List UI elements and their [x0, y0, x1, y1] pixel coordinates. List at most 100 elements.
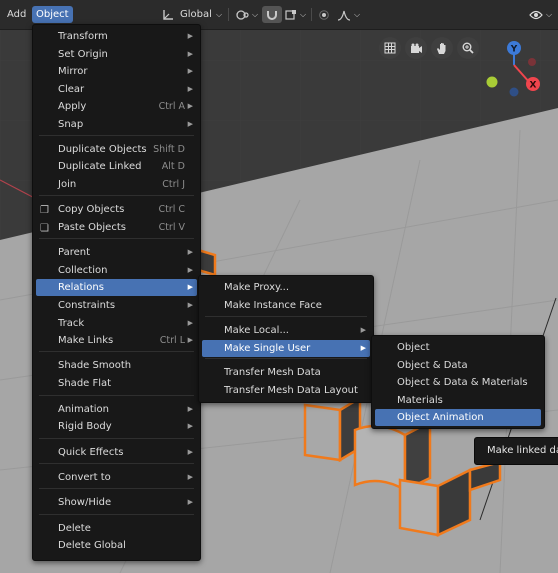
menu-item-copy-objects[interactable]: ❐ Copy Objects Ctrl C — [36, 201, 197, 218]
menu-item-label: Quick Effects — [58, 447, 124, 458]
menu-item-clear[interactable]: Clear ▶ — [36, 81, 197, 98]
submenu-arrow-icon: ▶ — [187, 102, 193, 110]
menu-item-label: Object — [397, 342, 430, 353]
menu-item-make-links[interactable]: Make Links Ctrl L ▶ — [36, 332, 197, 349]
chevron-down-icon[interactable]: ⌵ — [544, 6, 554, 23]
make-single-user-submenu: Object Object & Data Object & Data & Mater… — [371, 335, 545, 429]
submenu-arrow-icon: ▶ — [187, 283, 193, 291]
menu-item-convert-to[interactable]: Convert to ▶ — [36, 469, 197, 486]
menu-item-object-and-data-and-materials[interactable]: Object & Data & Materials — [375, 374, 541, 391]
proportional-edit-icon[interactable] — [316, 6, 332, 23]
menu-item-paste-objects[interactable]: ❏ Paste Objects Ctrl V — [36, 219, 197, 236]
snap-magnet-icon[interactable] — [262, 6, 282, 23]
menu-item-collection[interactable]: Collection ▶ — [36, 262, 197, 279]
menu-item-animation[interactable]: Animation ▶ — [36, 401, 197, 418]
menu-item-shade-flat[interactable]: Shade Flat — [36, 375, 197, 392]
chevron-down-icon[interactable]: ⌵ — [250, 6, 260, 23]
transform-orientation-dropdown[interactable]: Global — [176, 6, 216, 23]
submenu-arrow-icon: ▶ — [187, 319, 193, 327]
blender-window: Add Object Global ⌵ ⌵ ⌵ ⌵ ⌵ Y X Transfor… — [0, 0, 558, 573]
menu-item-label: Shade Flat — [58, 378, 112, 389]
menu-item-quick-effects[interactable]: Quick Effects ▶ — [36, 444, 197, 461]
menu-separator — [39, 488, 194, 489]
grid-view-icon[interactable] — [379, 37, 401, 59]
zoom-icon[interactable] — [457, 37, 479, 59]
menu-item-set-origin[interactable]: Set Origin ▶ — [36, 46, 197, 63]
menu-item-object[interactable]: Object — [375, 339, 541, 356]
menu-item-label: Object Animation — [397, 412, 484, 423]
menu-item-parent[interactable]: Parent ▶ — [36, 244, 197, 261]
chevron-down-icon[interactable]: ⌵ — [213, 6, 225, 23]
menu-item-object-animation[interactable]: Object Animation — [375, 409, 541, 426]
menu-item-track[interactable]: Track ▶ — [36, 315, 197, 332]
menu-item-label: Convert to — [58, 472, 111, 483]
menu-separator — [205, 358, 367, 359]
menu-item-object-and-data[interactable]: Object & Data — [375, 357, 541, 374]
shortcut-hint: Shift D — [153, 144, 185, 155]
shortcut-hint: Ctrl C — [158, 204, 185, 215]
shortcut-hint: Ctrl V — [158, 222, 185, 233]
menu-item-make-proxy[interactable]: Make Proxy... — [202, 279, 370, 296]
chevron-down-icon[interactable]: ⌵ — [352, 6, 362, 23]
add-menu-button[interactable]: Add — [3, 6, 30, 23]
menu-item-relations[interactable]: Relations ▶ — [36, 279, 197, 296]
menu-item-label: Object & Data & Materials — [397, 377, 528, 388]
menu-item-delete-global[interactable]: Delete Global — [36, 537, 197, 554]
menu-item-materials[interactable]: Materials — [375, 392, 541, 409]
menu-item-mirror[interactable]: Mirror ▶ — [36, 63, 197, 80]
menu-separator — [39, 238, 194, 239]
menu-item-label: Parent — [58, 247, 91, 258]
submenu-arrow-icon: ▶ — [187, 448, 193, 456]
submenu-arrow-icon: ▶ — [187, 266, 193, 274]
submenu-arrow-icon: ▶ — [360, 326, 366, 334]
menu-item-label: Show/Hide — [58, 497, 112, 508]
menu-item-label: Materials — [397, 395, 443, 406]
submenu-arrow-icon: ▶ — [187, 301, 193, 309]
menu-item-label: Shade Smooth — [58, 360, 132, 371]
submenu-arrow-icon: ▶ — [187, 248, 193, 256]
submenu-arrow-icon: ▶ — [187, 120, 193, 128]
menu-item-label: Delete Global — [58, 540, 126, 551]
menu-separator — [39, 395, 194, 396]
menu-item-constraints[interactable]: Constraints ▶ — [36, 297, 197, 314]
chevron-down-icon[interactable]: ⌵ — [298, 6, 308, 23]
gizmo-y-label: Y — [510, 45, 518, 55]
menu-item-label: Apply — [58, 101, 87, 112]
menu-separator — [205, 316, 367, 317]
transform-orientation-icon[interactable] — [160, 6, 176, 23]
menu-item-delete[interactable]: Delete — [36, 520, 197, 537]
gizmo-x-label: X — [530, 81, 537, 91]
axis-gizmo[interactable]: Y X — [480, 38, 550, 100]
relations-submenu: Make Proxy... Make Instance Face Make Loca… — [198, 275, 374, 403]
menu-item-show-hide[interactable]: Show/Hide ▶ — [36, 494, 197, 511]
object-menu-button[interactable]: Object — [32, 6, 73, 23]
menu-item-snap[interactable]: Snap ▶ — [36, 116, 197, 133]
falloff-curve-icon[interactable] — [335, 6, 353, 23]
menu-item-transfer-mesh-data[interactable]: Transfer Mesh Data — [202, 364, 370, 381]
menu-item-join[interactable]: Join Ctrl J — [36, 176, 197, 193]
menu-separator — [39, 438, 194, 439]
menu-item-make-single-user[interactable]: Make Single User ▶ — [202, 340, 370, 357]
submenu-arrow-icon: ▶ — [187, 473, 193, 481]
menu-item-apply[interactable]: Apply Ctrl A ▶ — [36, 98, 197, 115]
menu-item-make-instance-face[interactable]: Make Instance Face — [202, 297, 370, 314]
menu-item-rigid-body[interactable]: Rigid Body ▶ — [36, 418, 197, 435]
menu-item-label: Rigid Body — [58, 421, 112, 432]
menu-item-transform[interactable]: Transform ▶ — [36, 28, 197, 45]
menu-item-transfer-mesh-data-layout[interactable]: Transfer Mesh Data Layout — [202, 382, 370, 399]
menu-item-shade-smooth[interactable]: Shade Smooth — [36, 357, 197, 374]
hand-pan-icon[interactable] — [431, 37, 453, 59]
submenu-arrow-icon: ▶ — [187, 50, 193, 58]
menu-item-duplicate-objects[interactable]: Duplicate Objects Shift D — [36, 141, 197, 158]
tooltip-text: Make linked dat — [487, 445, 558, 456]
camera-icon[interactable] — [405, 37, 427, 59]
snap-target-icon[interactable] — [284, 6, 298, 23]
menu-item-label: Join — [58, 179, 77, 190]
menu-item-make-local[interactable]: Make Local... ▶ — [202, 322, 370, 339]
menu-item-label: Clear — [58, 84, 85, 95]
eye-icon[interactable] — [528, 6, 544, 23]
menu-item-label: Copy Objects — [58, 204, 125, 215]
menu-item-label: Make Proxy... — [224, 282, 290, 293]
menu-item-label: Mirror — [58, 66, 88, 77]
menu-item-duplicate-linked[interactable]: Duplicate Linked Alt D — [36, 158, 197, 175]
